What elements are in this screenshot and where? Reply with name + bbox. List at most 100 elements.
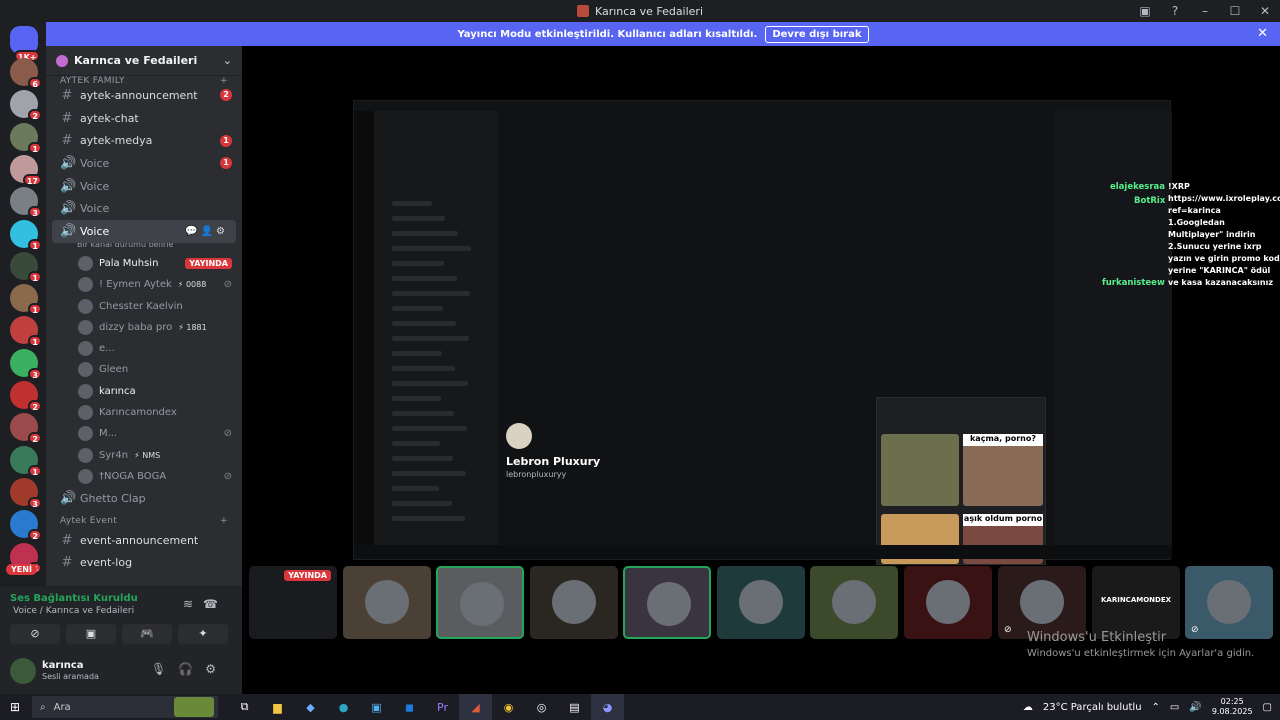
taskbar-search[interactable]: ⌕ Ara (32, 696, 218, 718)
text-channel-aytek-chat[interactable]: # aytek-chat (46, 107, 242, 130)
disconnect-icon[interactable]: ☎ (203, 597, 228, 611)
server-icon[interactable]: 1 (10, 445, 42, 477)
participant-tile[interactable] (904, 566, 992, 639)
network-icon[interactable]: ▭ (1170, 702, 1179, 713)
voice-channel[interactable]: 🔊 Voice (46, 197, 242, 220)
voice-user[interactable]: dizzy baba pro ⚡ 1881 (46, 317, 242, 338)
participant-tile[interactable] (530, 566, 618, 639)
text-channel-aytek-announcement[interactable]: # aytek-announcement 2 (46, 84, 242, 107)
shared-screen[interactable]: Lebron Pluxury lebronpluxuryy kaçma, por… (353, 100, 1172, 565)
voice-user[interactable]: e... (46, 338, 242, 359)
avatar[interactable] (10, 658, 36, 684)
clock[interactable]: 02:25 9.08.2025 (1212, 697, 1253, 717)
epic-icon[interactable]: ▤ (558, 694, 591, 720)
chevron-down-icon[interactable]: ⌄ (223, 54, 232, 67)
server-icon[interactable]: 2 (10, 413, 42, 445)
participant-tile[interactable] (717, 566, 805, 639)
voice-channel[interactable]: 🔊 Voice 1 (46, 152, 242, 175)
outlook-icon[interactable]: ◼ (393, 694, 426, 720)
participant-tile[interactable] (436, 566, 524, 639)
text-channel-event-log[interactable]: # event-log (46, 551, 242, 574)
category-aytek-family[interactable]: AYTEK FAMİLY + (46, 76, 242, 84)
chrome-icon[interactable]: ◉ (492, 694, 525, 720)
server-icon[interactable]: 3 (10, 187, 42, 219)
edge-icon[interactable]: ● (327, 694, 360, 720)
participant-tile[interactable] (343, 566, 431, 639)
steelseries-icon[interactable]: ◎ (525, 694, 558, 720)
text-channel-aytek-medya[interactable]: # aytek-medya 1 (46, 129, 242, 152)
voice-user[interactable]: karınca (46, 381, 242, 402)
voice-user[interactable]: Gleen (46, 359, 242, 380)
participant-tile[interactable]: ⊘ (998, 566, 1086, 639)
voice-user[interactable]: †NOGA BOGA ⊘ (46, 466, 242, 487)
guild-header[interactable]: Karınca ve Fedaileri ⌄ (46, 46, 242, 76)
volume-icon[interactable]: 🔊 (1189, 702, 1201, 713)
muted-icon: ⊘ (223, 279, 232, 291)
maximize-button[interactable]: ☐ (1220, 4, 1250, 18)
soundboard-button[interactable]: ✦ (178, 624, 228, 644)
voice-user[interactable]: Pala Muhsin YAYINDA (46, 253, 242, 274)
server-icon[interactable]: 17 (10, 154, 42, 186)
headphones-icon[interactable]: 🎧 (178, 662, 205, 676)
voice-user[interactable]: Syr4n ⚡ NMS (46, 444, 242, 465)
voice-channel-path[interactable]: Voice / Karınca ve Fedaileri (13, 606, 134, 616)
discord-icon[interactable]: ◕ (591, 694, 624, 720)
home-button[interactable]: 1K+ (10, 26, 41, 62)
server-icon[interactable]: 2 (10, 381, 42, 412)
server-icon[interactable]: 1 (10, 316, 42, 348)
noise-suppression-icon[interactable]: ≋ (183, 597, 203, 611)
server-icon[interactable]: 1 (10, 284, 42, 316)
server-icon[interactable]: 3 (10, 348, 42, 380)
task-view-icon[interactable]: ⧉ (228, 694, 261, 720)
voice-channel-ghetto-clap[interactable]: 🔊 Ghetto Clap (46, 487, 242, 510)
weather-text[interactable]: 23°C Parçalı bulutlu (1043, 702, 1142, 713)
server-icon[interactable]: 1 (10, 122, 42, 154)
server-icon[interactable]: 2 (10, 90, 42, 122)
voice-channel-active[interactable]: 🔊 Voice 💬👤⚙ (52, 220, 236, 243)
server-icon[interactable]: 2 (10, 510, 42, 542)
help-icon[interactable]: ? (1160, 4, 1190, 18)
stream-tile[interactable]: YAYINDA (249, 566, 337, 639)
voice-channel[interactable]: 🔊 Voice (46, 175, 242, 198)
text-channel-event-announcement[interactable]: # event-announcement (46, 529, 242, 552)
voice-user[interactable]: Chesster Kaelvin (46, 295, 242, 316)
close-window-button[interactable]: ✕ (1250, 4, 1280, 18)
server-icon[interactable]: 1 (10, 251, 42, 283)
server-icon[interactable]: 3 (10, 477, 42, 509)
close-banner-icon[interactable]: ✕ (1257, 26, 1268, 41)
server-icon[interactable]: 6 (10, 58, 42, 89)
settings-gear-icon[interactable]: ⚙ (205, 662, 228, 676)
weather-icon[interactable]: ☁ (1023, 702, 1033, 713)
premiere-icon[interactable]: Pr (426, 694, 459, 720)
participant-tile[interactable] (810, 566, 898, 639)
participant-tile[interactable] (623, 566, 711, 639)
explorer-icon[interactable]: ▆ (261, 694, 294, 720)
stream-stage[interactable]: Lebron Pluxury lebronpluxuryy kaçma, por… (242, 46, 1280, 694)
copilot-icon[interactable]: ◆ (294, 694, 327, 720)
voice-connected-status[interactable]: Ses Bağlantısı Kuruldu (10, 593, 138, 604)
activities-button[interactable]: 🎮 (122, 624, 172, 644)
participant-tile[interactable]: ⊘ (1185, 566, 1273, 639)
category-aytek-event[interactable]: Aytek Event + (46, 510, 242, 529)
microphone-icon[interactable]: 🎙 (151, 662, 178, 676)
username[interactable]: karınca (42, 660, 84, 671)
store-icon[interactable]: ▣ (360, 694, 393, 720)
disable-streamer-mode-button[interactable]: Devre dışı bırak (765, 25, 869, 43)
voice-user[interactable]: ! Eymen Aytek ⚡ 0088 ⊘ (46, 274, 242, 295)
screen-share-button[interactable]: ▣ (66, 624, 116, 644)
inbox-icon[interactable]: ▣ (1130, 4, 1160, 18)
voice-tools[interactable]: 💬👤⚙ (185, 226, 228, 237)
camera-button[interactable]: ⊘ (10, 624, 60, 644)
server-badge: 2 (28, 529, 42, 542)
server-badge: 2 (28, 432, 42, 445)
participant-tile[interactable]: KARINCAMONDEX (1092, 566, 1180, 639)
server-icon[interactable]: 1 (10, 219, 42, 251)
voice-user[interactable]: Karıncamondex (46, 402, 242, 423)
voice-user-name: Syr4n (99, 449, 129, 461)
app-icon[interactable]: ◢ (459, 694, 492, 720)
chevron-up-icon[interactable]: ⌃ (1152, 702, 1160, 713)
start-button[interactable]: ⊞ (0, 700, 30, 714)
voice-user[interactable]: M... ⊘ (46, 423, 242, 444)
notification-icon[interactable]: ▢ (1263, 702, 1272, 713)
minimize-button[interactable]: – (1190, 4, 1220, 18)
